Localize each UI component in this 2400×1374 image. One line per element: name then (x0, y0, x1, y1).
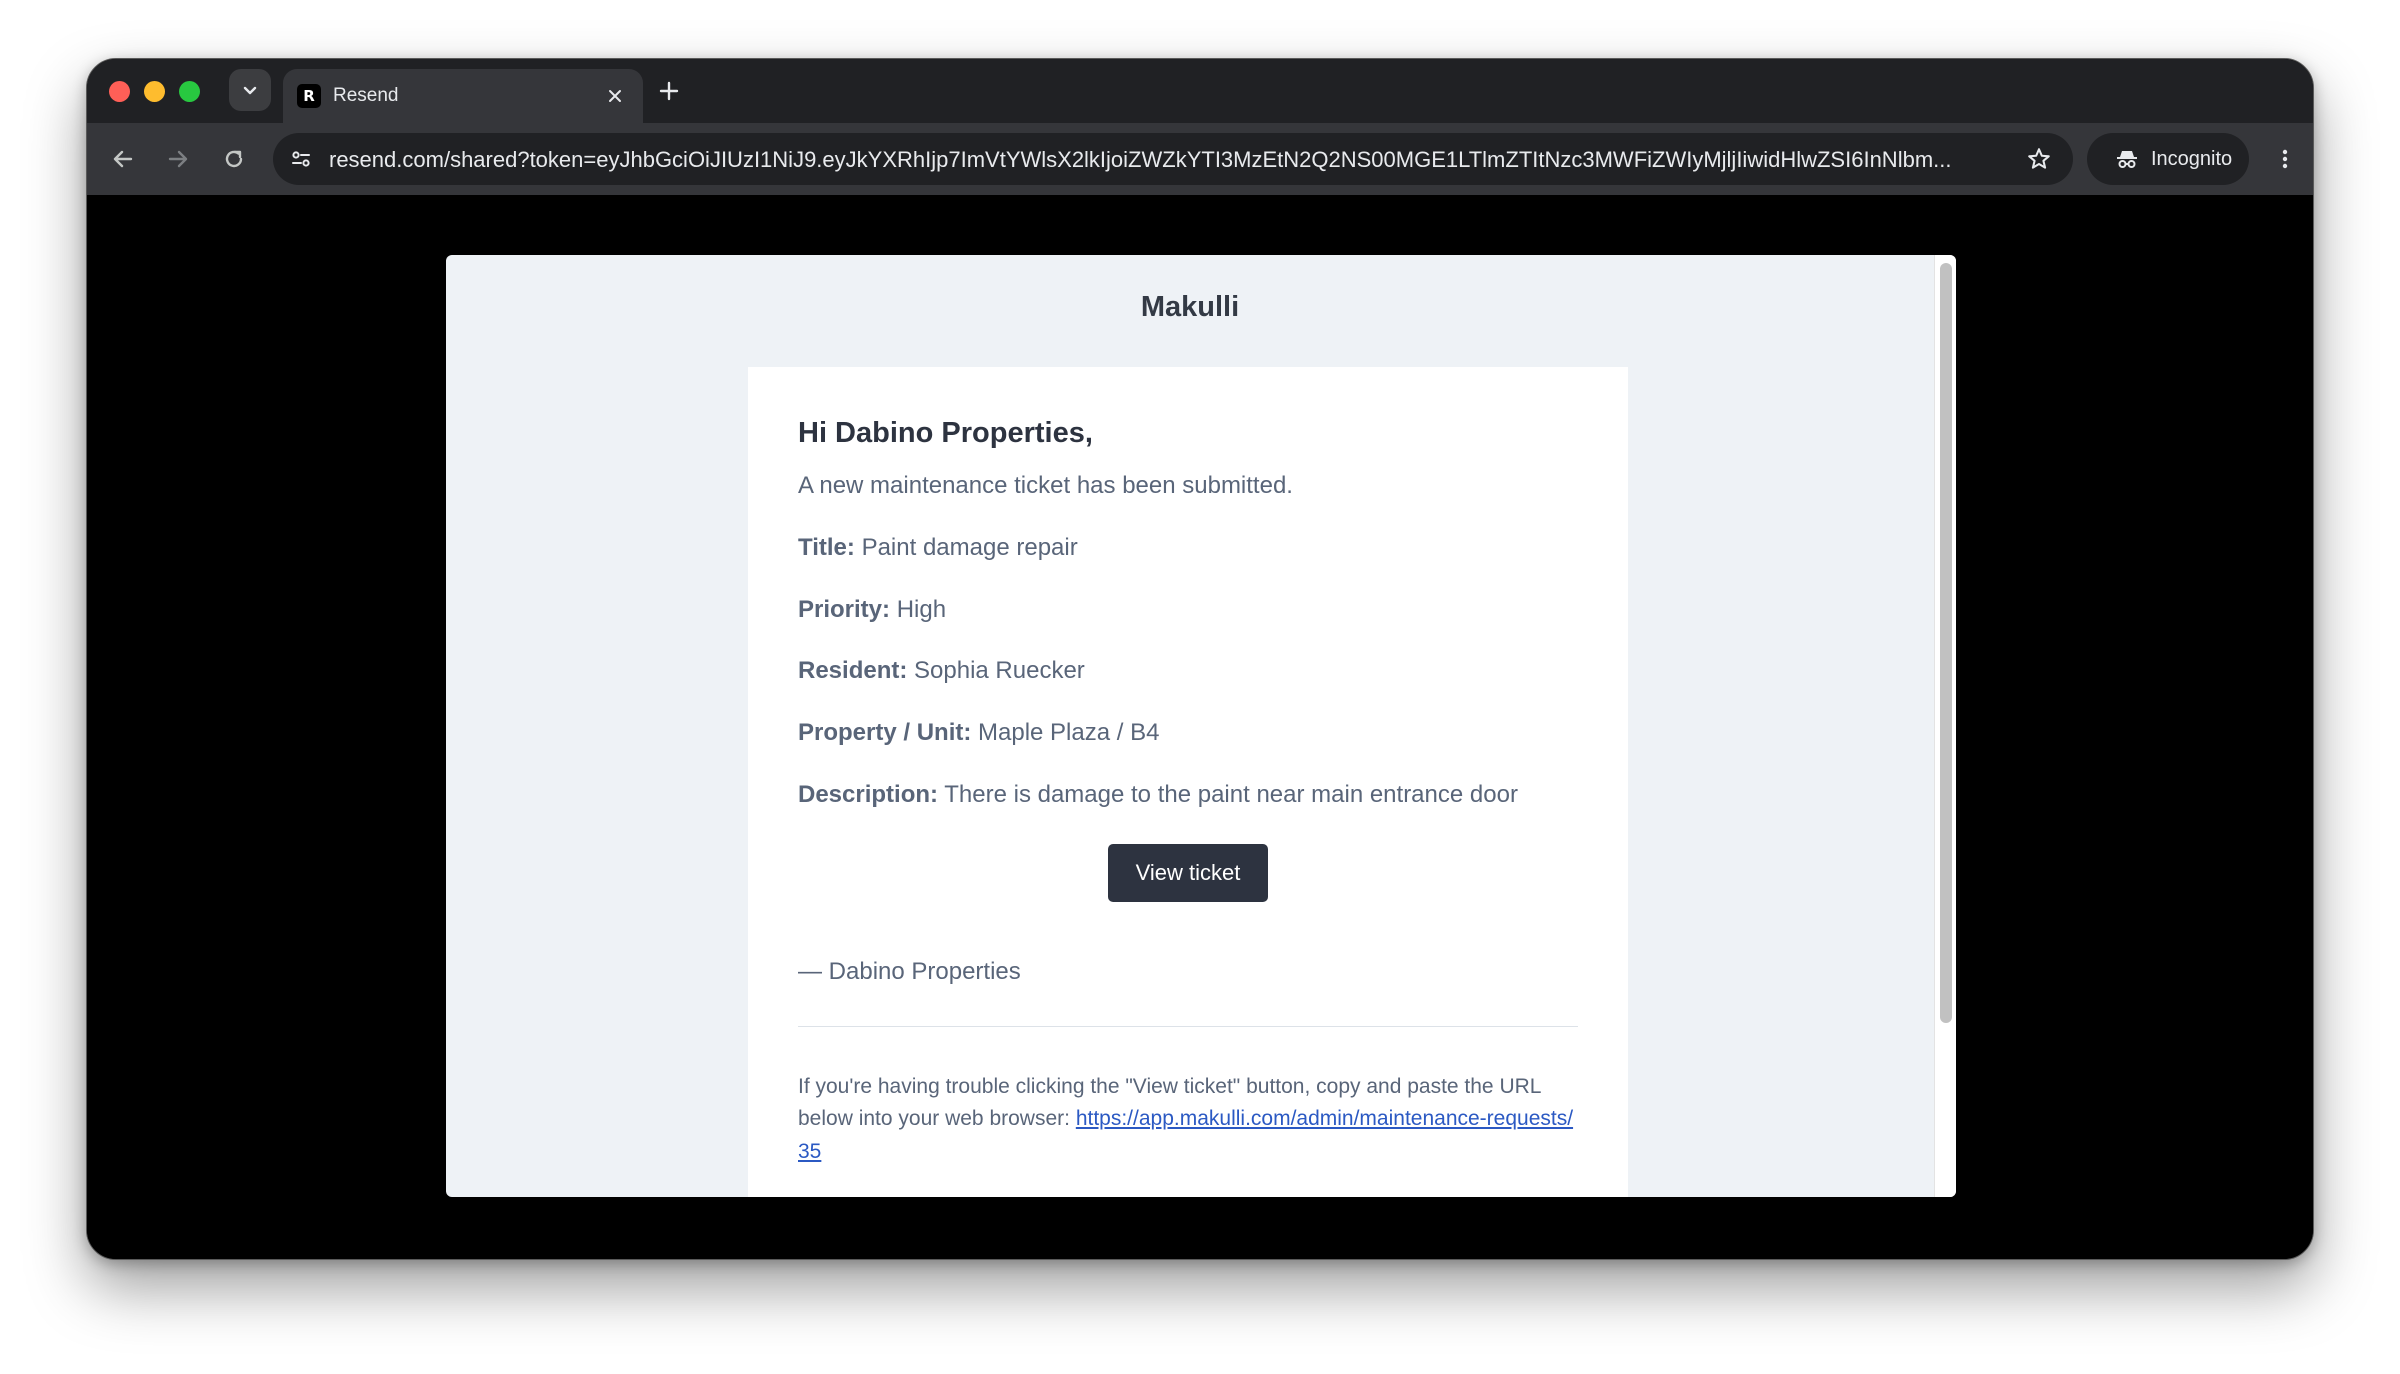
tab-close-button[interactable] (601, 82, 629, 110)
reload-icon (225, 150, 243, 168)
incognito-label: Incognito (2151, 147, 2233, 170)
email-footer: If you're having trouble clicking the "V… (798, 1071, 1578, 1169)
browser-toolbar: resend.com/shared?token=eyJhbGciOiJIUzI1… (87, 123, 2313, 195)
star-icon (2028, 148, 2050, 169)
url-path: /shared?token=eyJhbGciOiJIUzI1NiJ9.eyJkY… (443, 147, 1952, 172)
tune-icon (292, 151, 310, 167)
site-info-button[interactable] (283, 141, 319, 177)
field-resident: Resident: Sophia Ruecker (798, 657, 1578, 686)
resend-logo-icon: R (297, 84, 321, 108)
bookmark-button[interactable] (2023, 143, 2055, 175)
url-host: resend.com (329, 147, 444, 172)
zoom-window-button[interactable] (179, 81, 200, 102)
email-card: Hi Dabino Properties, A new maintenance … (748, 367, 1628, 1197)
new-tab-button[interactable] (653, 75, 685, 107)
email-preview: Makulli Hi Dabino Properties, A new main… (446, 255, 1956, 1197)
field-priority: Priority: High (798, 596, 1578, 625)
field-value: High (896, 595, 947, 623)
field-value: Maple Plaza / B4 (978, 719, 1160, 747)
page-viewport: Makulli Hi Dabino Properties, A new main… (87, 195, 2313, 1259)
email-intro: A new maintenance ticket has been submit… (798, 472, 1293, 499)
close-icon (609, 90, 621, 102)
more-vertical-icon (2282, 149, 2288, 169)
button-row: View ticket (798, 843, 1578, 902)
field-title: Title: Paint damage repair (798, 534, 1578, 563)
address-bar[interactable]: resend.com/shared?token=eyJhbGciOiJIUzI1… (273, 133, 2073, 185)
tab-resend[interactable]: R Resend (283, 69, 643, 123)
email-greeting: Hi Dabino Properties, (798, 417, 1093, 449)
field-label: Title: (798, 533, 855, 561)
scrollbar[interactable] (1934, 255, 1956, 1197)
incognito-indicator[interactable]: Incognito (2087, 133, 2249, 185)
divider (798, 1025, 1578, 1027)
incognito-icon (2117, 151, 2137, 168)
reload-button[interactable] (216, 141, 252, 177)
close-window-button[interactable] (109, 81, 130, 102)
plus-icon (659, 81, 679, 101)
tab-title: Resend (333, 85, 399, 106)
browser-window: R Resend resend.com/shared?token=eyJhbGc… (86, 58, 2314, 1260)
view-ticket-button[interactable]: View ticket (1107, 843, 1269, 902)
back-button[interactable] (105, 141, 141, 177)
field-label: Property / Unit: (798, 719, 972, 747)
scrollbar-thumb[interactable] (1940, 263, 1952, 1023)
email-brand: Makulli (1140, 291, 1240, 323)
minimize-window-button[interactable] (144, 81, 165, 102)
tab-bar: R Resend (87, 59, 2313, 123)
arrow-left-icon (113, 150, 133, 168)
field-value: Paint damage repair (861, 533, 1078, 561)
field-label: Description: (798, 780, 939, 808)
chevron-down-icon (243, 86, 257, 95)
field-label: Priority: (798, 595, 891, 623)
field-label: Resident: (798, 657, 908, 685)
arrow-right-icon (168, 150, 188, 168)
field-value: There is damage to the paint near main e… (944, 780, 1518, 808)
forward-button[interactable] (160, 141, 196, 177)
browser-menu-button[interactable] (2267, 141, 2303, 177)
tab-search-button[interactable] (229, 69, 271, 111)
field-value: Sophia Ruecker (914, 657, 1085, 685)
field-description: Description: There is damage to the pain… (798, 781, 1578, 810)
field-property-unit: Property / Unit: Maple Plaza / B4 (798, 719, 1578, 748)
url-text[interactable]: resend.com/shared?token=eyJhbGciOiJIUzI1… (329, 147, 2009, 173)
email-signoff: — Dabino Properties (798, 957, 1021, 985)
